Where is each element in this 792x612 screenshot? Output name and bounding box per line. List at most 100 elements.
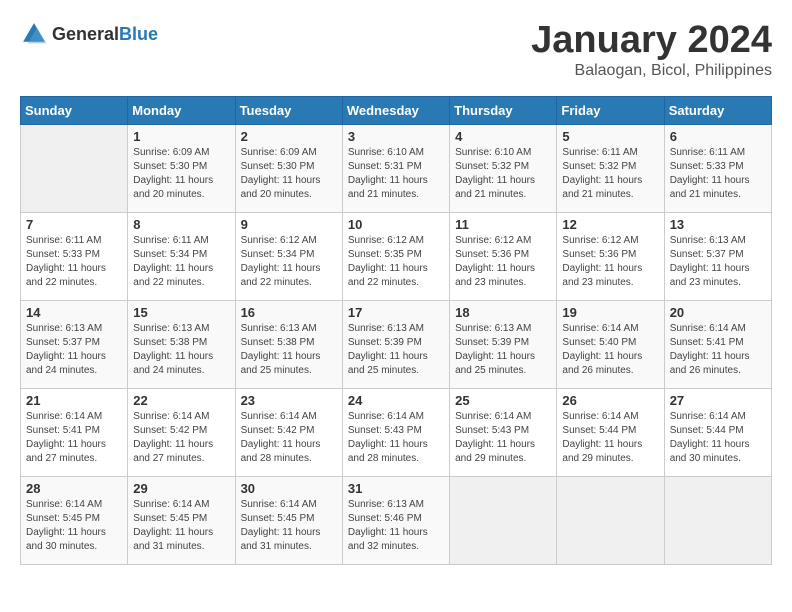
- cell-details: Sunrise: 6:13 AMSunset: 5:38 PMDaylight:…: [133, 323, 213, 376]
- calendar-cell: [450, 476, 557, 564]
- weekday-header-thursday: Thursday: [450, 96, 557, 124]
- cell-details: Sunrise: 6:14 AMSunset: 5:40 PMDaylight:…: [562, 323, 642, 376]
- calendar-cell: 22Sunrise: 6:14 AMSunset: 5:42 PMDayligh…: [128, 388, 235, 476]
- calendar-cell: 9 Sunrise: 6:12 AMSunset: 5:34 PMDaylight…: [235, 212, 342, 300]
- calendar-cell: 14 Sunrise: 6:13 AMSunset: 5:37 PMDayligh…: [21, 300, 128, 388]
- day-number: 1: [133, 129, 229, 144]
- cell-details: Sunrise: 6:09 AMSunset: 5:30 PMDaylight:…: [241, 147, 321, 200]
- day-number: 10: [348, 217, 444, 232]
- calendar-table: SundayMondayTuesdayWednesdayThursdayFrid…: [20, 96, 772, 565]
- calendar-cell: 2 Sunrise: 6:09 AMSunset: 5:30 PMDaylight…: [235, 124, 342, 212]
- calendar-cell: 19Sunrise: 6:14 AMSunset: 5:40 PMDayligh…: [557, 300, 664, 388]
- cell-details: Sunrise: 6:13 AMSunset: 5:38 PMDaylight:…: [241, 323, 321, 376]
- day-number: 5: [562, 129, 658, 144]
- day-number: 11: [455, 217, 551, 232]
- calendar-week-row: 21 Sunrise: 6:14 AMSunset: 5:41 PMDayligh…: [21, 388, 772, 476]
- calendar-subtitle: Balaogan, Bicol, Philippines: [531, 62, 772, 80]
- day-number: 9: [241, 217, 337, 232]
- calendar-cell: [21, 124, 128, 212]
- calendar-cell: 13Sunrise: 6:13 AMSunset: 5:37 PMDayligh…: [664, 212, 771, 300]
- cell-details: Sunrise: 6:13 AMSunset: 5:46 PMDaylight:…: [348, 499, 428, 552]
- cell-details: Sunrise: 6:14 AMSunset: 5:45 PMDaylight:…: [241, 499, 321, 552]
- day-number: 24: [348, 393, 444, 408]
- day-number: 31: [348, 481, 444, 496]
- day-number: 8: [133, 217, 229, 232]
- calendar-cell: 10 Sunrise: 6:12 AMSunset: 5:35 PMDayligh…: [342, 212, 449, 300]
- day-number: 23: [241, 393, 337, 408]
- cell-details: Sunrise: 6:12 AMSunset: 5:36 PMDaylight:…: [455, 235, 535, 288]
- calendar-cell: 16 Sunrise: 6:13 AMSunset: 5:38 PMDayligh…: [235, 300, 342, 388]
- day-number: 28: [26, 481, 122, 496]
- day-number: 13: [670, 217, 766, 232]
- calendar-cell: 20 Sunrise: 6:14 AMSunset: 5:41 PMDayligh…: [664, 300, 771, 388]
- day-number: 29: [133, 481, 229, 496]
- calendar-title: January 2024: [531, 20, 772, 62]
- cell-details: Sunrise: 6:13 AMSunset: 5:39 PMDaylight:…: [455, 323, 535, 376]
- cell-details: Sunrise: 6:14 AMSunset: 5:44 PMDaylight:…: [670, 411, 750, 464]
- day-number: 25: [455, 393, 551, 408]
- calendar-cell: 18 Sunrise: 6:13 AMSunset: 5:39 PMDayligh…: [450, 300, 557, 388]
- calendar-cell: 5 Sunrise: 6:11 AMSunset: 5:32 PMDaylight…: [557, 124, 664, 212]
- calendar-cell: 11 Sunrise: 6:12 AMSunset: 5:36 PMDayligh…: [450, 212, 557, 300]
- calendar-cell: 1 Sunrise: 6:09 AMSunset: 5:30 PMDaylight…: [128, 124, 235, 212]
- cell-details: Sunrise: 6:10 AMSunset: 5:31 PMDaylight:…: [348, 147, 428, 200]
- cell-details: Sunrise: 6:12 AMSunset: 5:34 PMDaylight:…: [241, 235, 321, 288]
- calendar-cell: [664, 476, 771, 564]
- day-number: 17: [348, 305, 444, 320]
- day-number: 26: [562, 393, 658, 408]
- calendar-cell: 28 Sunrise: 6:14 AMSunset: 5:45 PMDayligh…: [21, 476, 128, 564]
- day-number: 27: [670, 393, 766, 408]
- cell-details: Sunrise: 6:11 AMSunset: 5:33 PMDaylight:…: [26, 235, 106, 288]
- calendar-cell: [557, 476, 664, 564]
- weekday-header-monday: Monday: [128, 96, 235, 124]
- day-number: 2: [241, 129, 337, 144]
- cell-details: Sunrise: 6:14 AMSunset: 5:42 PMDaylight:…: [133, 411, 213, 464]
- cell-details: Sunrise: 6:14 AMSunset: 5:44 PMDaylight:…: [562, 411, 642, 464]
- weekday-header-saturday: Saturday: [664, 96, 771, 124]
- calendar-cell: 27 Sunrise: 6:14 AMSunset: 5:44 PMDayligh…: [664, 388, 771, 476]
- logo-icon: [20, 20, 48, 48]
- calendar-week-row: 7Sunrise: 6:11 AMSunset: 5:33 PMDaylight…: [21, 212, 772, 300]
- calendar-cell: 15 Sunrise: 6:13 AMSunset: 5:38 PMDayligh…: [128, 300, 235, 388]
- calendar-body: 1 Sunrise: 6:09 AMSunset: 5:30 PMDaylight…: [21, 124, 772, 564]
- cell-details: Sunrise: 6:11 AMSunset: 5:32 PMDaylight:…: [562, 147, 642, 200]
- weekday-header-tuesday: Tuesday: [235, 96, 342, 124]
- cell-details: Sunrise: 6:13 AMSunset: 5:39 PMDaylight:…: [348, 323, 428, 376]
- cell-details: Sunrise: 6:14 AMSunset: 5:45 PMDaylight:…: [133, 499, 213, 552]
- logo: GeneralBlue: [20, 20, 158, 48]
- cell-details: Sunrise: 6:13 AMSunset: 5:37 PMDaylight:…: [26, 323, 106, 376]
- cell-details: Sunrise: 6:12 AMSunset: 5:36 PMDaylight:…: [562, 235, 642, 288]
- day-number: 21: [26, 393, 122, 408]
- day-number: 4: [455, 129, 551, 144]
- day-number: 14: [26, 305, 122, 320]
- day-number: 15: [133, 305, 229, 320]
- calendar-cell: 24 Sunrise: 6:14 AMSunset: 5:43 PMDayligh…: [342, 388, 449, 476]
- cell-details: Sunrise: 6:14 AMSunset: 5:41 PMDaylight:…: [26, 411, 106, 464]
- calendar-cell: 31 Sunrise: 6:13 AMSunset: 5:46 PMDayligh…: [342, 476, 449, 564]
- day-number: 18: [455, 305, 551, 320]
- calendar-cell: 29 Sunrise: 6:14 AMSunset: 5:45 PMDayligh…: [128, 476, 235, 564]
- weekday-header-wednesday: Wednesday: [342, 96, 449, 124]
- day-number: 20: [670, 305, 766, 320]
- cell-details: Sunrise: 6:10 AMSunset: 5:32 PMDaylight:…: [455, 147, 535, 200]
- cell-details: Sunrise: 6:14 AMSunset: 5:45 PMDaylight:…: [26, 499, 106, 552]
- calendar-cell: 17 Sunrise: 6:13 AMSunset: 5:39 PMDayligh…: [342, 300, 449, 388]
- title-area: January 2024 Balaogan, Bicol, Philippine…: [531, 20, 772, 80]
- calendar-cell: 3Sunrise: 6:10 AMSunset: 5:31 PMDaylight…: [342, 124, 449, 212]
- calendar-cell: 12Sunrise: 6:12 AMSunset: 5:36 PMDayligh…: [557, 212, 664, 300]
- day-number: 16: [241, 305, 337, 320]
- calendar-header: SundayMondayTuesdayWednesdayThursdayFrid…: [21, 96, 772, 124]
- calendar-cell: 21 Sunrise: 6:14 AMSunset: 5:41 PMDayligh…: [21, 388, 128, 476]
- cell-details: Sunrise: 6:14 AMSunset: 5:43 PMDaylight:…: [348, 411, 428, 464]
- day-number: 30: [241, 481, 337, 496]
- cell-details: Sunrise: 6:14 AMSunset: 5:42 PMDaylight:…: [241, 411, 321, 464]
- calendar-cell: 26 Sunrise: 6:14 AMSunset: 5:44 PMDayligh…: [557, 388, 664, 476]
- cell-details: Sunrise: 6:14 AMSunset: 5:41 PMDaylight:…: [670, 323, 750, 376]
- cell-details: Sunrise: 6:12 AMSunset: 5:35 PMDaylight:…: [348, 235, 428, 288]
- cell-details: Sunrise: 6:11 AMSunset: 5:34 PMDaylight:…: [133, 235, 213, 288]
- weekday-header-row: SundayMondayTuesdayWednesdayThursdayFrid…: [21, 96, 772, 124]
- cell-details: Sunrise: 6:14 AMSunset: 5:43 PMDaylight:…: [455, 411, 535, 464]
- day-number: 6: [670, 129, 766, 144]
- cell-details: Sunrise: 6:09 AMSunset: 5:30 PMDaylight:…: [133, 147, 213, 200]
- calendar-cell: 6Sunrise: 6:11 AMSunset: 5:33 PMDaylight…: [664, 124, 771, 212]
